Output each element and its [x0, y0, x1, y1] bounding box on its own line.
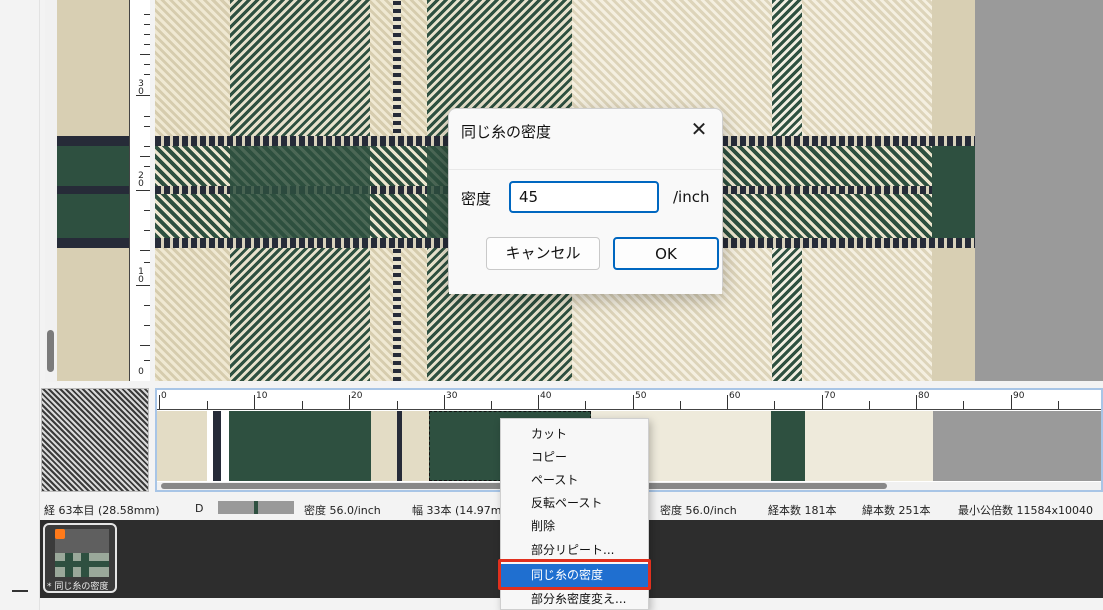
menu-item-paste[interactable]: ペースト — [501, 469, 648, 492]
same-thread-density-dialog: 同じ糸の密度 ✕ 密度 /inch キャンセル OK — [448, 108, 723, 294]
menu-item-delete[interactable]: 削除 — [501, 515, 648, 538]
status-density-left: 密度 56.0/inch — [304, 504, 381, 517]
history-thumbnail-caption: * 同じ糸の密度 — [47, 582, 109, 592]
warp-stripe-gray — [933, 411, 1101, 481]
dialog-body: 密度 /inch キャンセル OK — [449, 169, 722, 294]
hruler-label-40: 40 — [540, 391, 552, 401]
status-warp-position: 経 63本目 (28.58mm) — [44, 504, 160, 517]
horizontal-ruler: 0 10 20 30 40 50 60 70 80 90 — [157, 390, 1101, 410]
hruler-label-10: 10 — [256, 391, 268, 401]
cancel-button[interactable]: キャンセル — [486, 237, 600, 270]
app-window: 3 0 2 0 1 0 0 同じ糸の密度 ✕ 密度 /inch キャンセル — [0, 0, 1103, 610]
weft-thread-strip[interactable] — [57, 0, 129, 381]
weft-stripe-navy — [57, 136, 129, 146]
density-label: 密度 — [461, 190, 492, 208]
menu-item-copy[interactable]: コピー — [501, 446, 648, 469]
ok-button[interactable]: OK — [613, 237, 719, 270]
status-mode: D — [195, 502, 204, 515]
history-thumbnail-card[interactable]: * 同じ糸の密度 — [43, 523, 117, 593]
left-toolbar-strip — [0, 0, 40, 610]
highlight-box — [498, 559, 651, 590]
context-menu: カット コピー ペースト 反転ペースト 削除 部分リピート... 同じ糸の密度 … — [498, 418, 651, 610]
vertical-scrollbar-thumb[interactable] — [47, 330, 54, 372]
hruler-label-0: 0 — [161, 391, 167, 401]
status-color-meter — [218, 501, 294, 514]
hruler-label-20: 20 — [351, 391, 363, 401]
density-input[interactable] — [509, 181, 659, 213]
fabric-intersection-green — [932, 146, 975, 238]
ruler-label-20: 2 0 — [138, 171, 144, 189]
vertical-scrollbar[interactable] — [45, 0, 57, 382]
menu-item-partial-density-change[interactable]: 部分糸密度変え... — [501, 588, 648, 610]
hruler-label-50: 50 — [635, 391, 647, 401]
weave-pattern-thumbnail[interactable] — [41, 388, 149, 492]
warp-stripe-navy — [213, 411, 221, 481]
fabric-overflow-area — [975, 0, 1103, 381]
status-density-right: 密度 56.0/inch — [660, 504, 737, 517]
warp-stripe-cream — [371, 411, 399, 481]
badge-icon — [55, 529, 65, 539]
hruler-label-60: 60 — [729, 391, 741, 401]
status-width: 幅 33本 (14.97m — [412, 504, 502, 517]
minimize-icon[interactable] — [12, 590, 28, 592]
menu-item-cut[interactable]: カット — [501, 423, 648, 446]
warp-stripe-green — [771, 411, 805, 481]
hruler-label-30: 30 — [446, 391, 458, 401]
weft-stripe-green — [57, 194, 129, 238]
status-weft-count: 緯本数 251本 — [862, 504, 931, 517]
warp-stripe-cream — [402, 411, 429, 481]
hruler-label-90: 90 — [1013, 391, 1025, 401]
status-warp-count: 経本数 181本 — [768, 504, 837, 517]
weft-stripe-navy — [57, 238, 129, 248]
close-icon[interactable]: ✕ — [686, 116, 712, 142]
density-unit: /inch — [673, 188, 710, 206]
ruler-label-30: 3 0 — [138, 79, 144, 97]
status-lcm: 最小公倍数 11584x10040 — [958, 504, 1093, 517]
fabric-intersection-green — [230, 146, 370, 238]
warp-stripe-green — [229, 411, 371, 481]
dialog-title: 同じ糸の密度 — [461, 123, 552, 141]
ruler-label-10: 1 0 — [138, 267, 144, 285]
weft-stripe-navy — [57, 186, 129, 194]
ruler-label-0: 0 — [138, 367, 144, 377]
weft-stripe-green — [57, 146, 129, 186]
warp-stripe-cream — [805, 411, 933, 481]
hruler-label-70: 70 — [824, 391, 836, 401]
hruler-label-80: 80 — [918, 391, 930, 401]
warp-stripe-cream — [157, 411, 207, 481]
vertical-ruler: 3 0 2 0 1 0 0 — [129, 0, 150, 381]
menu-item-reverse-paste[interactable]: 反転ペースト — [501, 492, 648, 515]
